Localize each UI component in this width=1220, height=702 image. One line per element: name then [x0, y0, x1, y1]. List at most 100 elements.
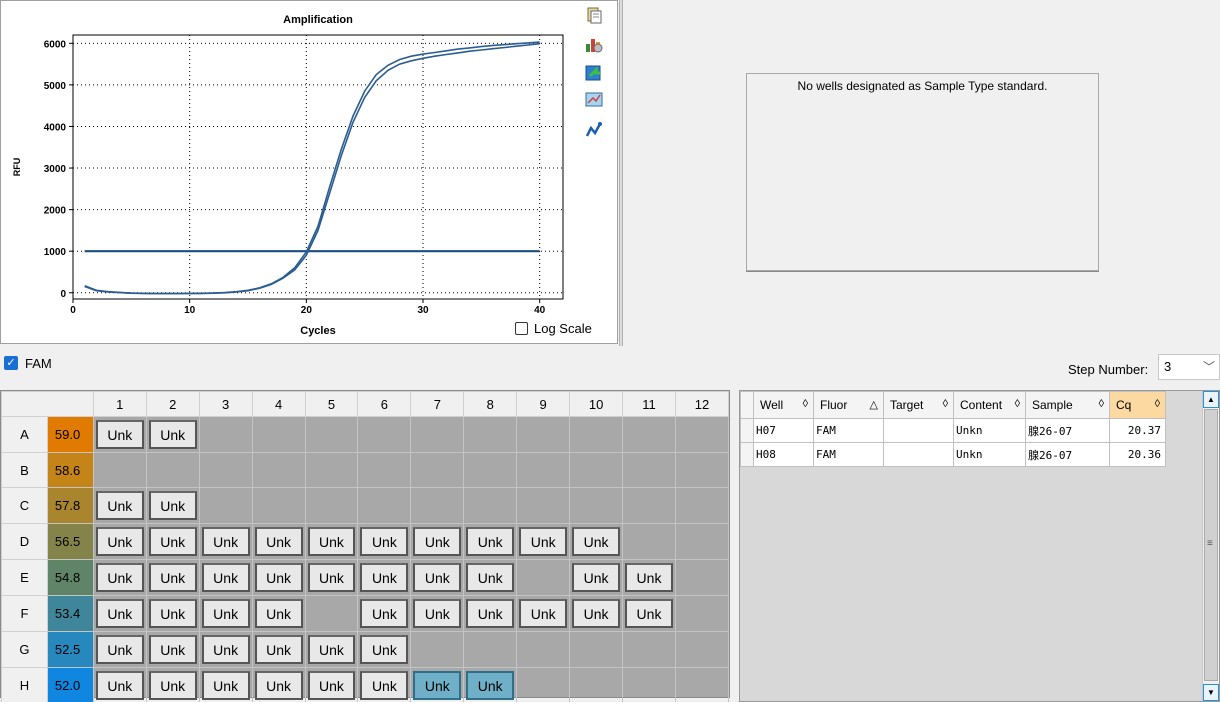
well-F4[interactable]: Unk — [254, 599, 303, 628]
grid-cell-fluor[interactable]: FAM — [813, 442, 884, 467]
well-E8[interactable]: Unk — [466, 563, 515, 592]
plate-cell[interactable]: Unk — [145, 416, 200, 453]
plate-cell[interactable] — [92, 452, 147, 488]
plate-cell[interactable]: Unk — [463, 559, 518, 596]
grid-cell-target[interactable] — [883, 442, 954, 467]
well-H3[interactable]: Unk — [201, 671, 250, 700]
plate-cell[interactable] — [410, 452, 465, 488]
plate-cell[interactable]: Unk — [198, 559, 253, 596]
grid-row-selector[interactable] — [740, 418, 754, 443]
trace-styles-icon[interactable] — [585, 121, 603, 139]
log-scale-checkbox[interactable] — [515, 322, 528, 335]
well-D5[interactable]: Unk — [307, 527, 356, 556]
plate-cell[interactable] — [251, 452, 306, 488]
plate-cell[interactable]: Unk — [410, 595, 465, 632]
plate-cell[interactable]: Unk — [251, 523, 306, 560]
grid-cell-well[interactable]: H08 — [753, 442, 814, 467]
well-E2[interactable]: Unk — [148, 563, 197, 592]
plate-cell[interactable]: Unk — [198, 523, 253, 560]
plate-cell[interactable] — [463, 452, 518, 488]
plate-cell[interactable]: Unk — [145, 523, 200, 560]
grid-cell-sample[interactable]: 腺26-07 — [1025, 442, 1110, 467]
grid-row-selector[interactable] — [740, 442, 754, 467]
well-F1[interactable]: Unk — [95, 599, 144, 628]
well-H4[interactable]: Unk — [254, 671, 303, 700]
plate-cell[interactable] — [674, 559, 730, 596]
well-H8[interactable]: Unk — [466, 671, 515, 700]
plate-column-header[interactable]: 9 — [516, 391, 571, 417]
plate-cell[interactable]: Unk — [463, 523, 518, 560]
well-G2[interactable]: Unk — [148, 635, 197, 664]
scroll-thumb[interactable]: ≡ — [1204, 409, 1218, 681]
sort-icon[interactable]: ◊ — [943, 398, 948, 410]
plate-select-all[interactable] — [1, 391, 94, 417]
well-G3[interactable]: Unk — [201, 635, 250, 664]
plate-cell[interactable] — [304, 595, 359, 632]
well-H7[interactable]: Unk — [413, 671, 462, 700]
grid-cell-content[interactable]: Unkn — [953, 442, 1026, 467]
plate-cell[interactable]: Unk — [569, 559, 624, 596]
well-G1[interactable]: Unk — [95, 635, 144, 664]
well-E5[interactable]: Unk — [307, 563, 356, 592]
well-F2[interactable]: Unk — [148, 599, 197, 628]
plate-cell[interactable]: Unk — [463, 595, 518, 632]
plate-column-header[interactable]: 1 — [92, 391, 147, 417]
plate-cell[interactable] — [516, 631, 571, 668]
plate-cell[interactable]: Unk — [92, 559, 147, 596]
plate-cell[interactable] — [198, 416, 253, 453]
well-H5[interactable]: Unk — [307, 671, 356, 700]
well-E11[interactable]: Unk — [625, 563, 673, 592]
plate-column-header[interactable]: 4 — [251, 391, 306, 417]
well-G6[interactable]: Unk — [360, 635, 409, 664]
grid-cell-well[interactable]: H07 — [753, 418, 814, 443]
plate-cell[interactable]: Unk — [251, 631, 306, 668]
plate-cell[interactable] — [516, 487, 571, 524]
grid-cell-cq[interactable]: 20.36 — [1109, 442, 1166, 467]
plate-cell[interactable] — [674, 667, 730, 702]
plate-cell[interactable]: Unk — [198, 595, 253, 632]
plate-cell[interactable] — [463, 416, 518, 453]
plate-cell[interactable]: Unk — [622, 595, 676, 632]
plate-cell[interactable] — [198, 487, 253, 524]
fam-checkbox[interactable]: ✓ — [4, 356, 18, 370]
well-D2[interactable]: Unk — [148, 527, 197, 556]
plate-cell[interactable] — [304, 487, 359, 524]
grid-cell-cq[interactable]: 20.37 — [1109, 418, 1166, 443]
plate-cell[interactable] — [410, 416, 465, 453]
well-D7[interactable]: Unk — [413, 527, 462, 556]
copy-icon[interactable] — [585, 6, 603, 24]
plate-cell[interactable] — [622, 523, 676, 560]
plate-cell[interactable]: Unk — [145, 487, 200, 524]
well-C1[interactable]: Unk — [95, 491, 144, 520]
plate-cell[interactable]: Unk — [357, 559, 412, 596]
sort-icon[interactable]: ◊ — [1155, 398, 1160, 410]
grid-cell-target[interactable] — [883, 418, 954, 443]
well-E10[interactable]: Unk — [572, 563, 621, 592]
plate-cell[interactable]: Unk — [92, 416, 147, 453]
grid-cell-fluor[interactable]: FAM — [813, 418, 884, 443]
well-F6[interactable]: Unk — [360, 599, 409, 628]
chart-options-icon[interactable] — [585, 35, 603, 53]
plate-cell[interactable]: Unk — [92, 523, 147, 560]
well-D3[interactable]: Unk — [201, 527, 250, 556]
plate-row-header[interactable]: H — [1, 667, 48, 702]
plate-cell[interactable] — [622, 667, 676, 702]
grid-column-header-well[interactable]: Well ◊ — [753, 391, 814, 419]
well-D6[interactable]: Unk — [360, 527, 409, 556]
well-A2[interactable]: Unk — [148, 420, 197, 449]
sort-icon[interactable]: ◊ — [1099, 398, 1104, 410]
plate-cell[interactable]: Unk — [463, 667, 518, 702]
plate-row-header[interactable]: E — [1, 559, 48, 596]
plate-cell[interactable] — [674, 416, 730, 453]
grid-column-header-fluor[interactable]: Fluor △ — [813, 391, 884, 419]
plate-cell[interactable] — [569, 416, 624, 453]
grid-column-header-target[interactable]: Target ◊ — [883, 391, 954, 419]
plate-cell[interactable] — [410, 487, 465, 524]
well-D10[interactable]: Unk — [572, 527, 621, 556]
well-D1[interactable]: Unk — [95, 527, 144, 556]
plate-cell[interactable] — [622, 631, 676, 668]
plate-column-header[interactable]: 12 — [674, 391, 730, 417]
plate-cell[interactable]: Unk — [622, 559, 676, 596]
plate-cell[interactable]: Unk — [304, 559, 359, 596]
plate-column-header[interactable]: 8 — [463, 391, 518, 417]
